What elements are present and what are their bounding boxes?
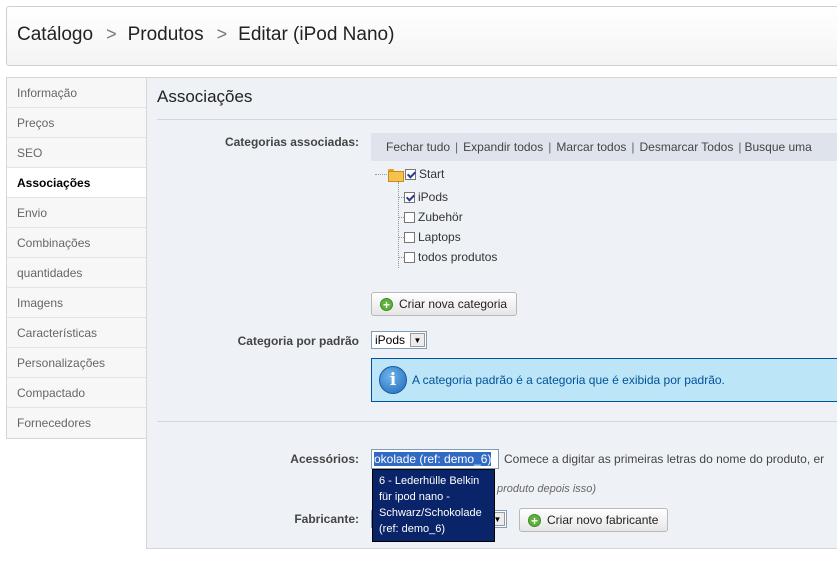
associations-panel: Associações Categorias associadas: Fecha… xyxy=(146,77,837,549)
default-category-label: Categoria por padrão xyxy=(237,334,359,348)
breadcrumb-catalog[interactable]: Catálogo xyxy=(17,24,93,45)
tree-toolbar: Fechar tudo | Expandir todos | Marcar todos |… xyxy=(371,133,837,161)
tab-pack[interactable]: Compactado xyxy=(7,378,146,408)
tab-combinations[interactable]: Combinações xyxy=(7,228,146,258)
product-tabs-sidebar: Informação Preços SEO Associações Envio … xyxy=(6,77,147,439)
collapse-all-link[interactable]: Fechar tudo xyxy=(386,140,450,154)
tree-label: Laptops xyxy=(418,230,461,244)
tree-label: Start xyxy=(419,167,445,181)
tab-images[interactable]: Imagens xyxy=(7,288,146,318)
tree-checkbox-ipods[interactable] xyxy=(404,192,415,204)
breadcrumb-current: Editar (iPod Nano) xyxy=(238,24,395,45)
tree-label: iPods xyxy=(418,190,449,204)
accessories-input-value: okolade (ref: demo_6) xyxy=(374,452,492,466)
accessories-label: Acessórios: xyxy=(290,452,359,466)
check-all-link[interactable]: Marcar todos xyxy=(556,140,626,154)
create-manufacturer-button[interactable]: + Criar novo fabricante xyxy=(519,508,669,532)
autocomplete-dropdown: 6 - Lederhülle Belkin für ipod nano - Sc… xyxy=(372,469,495,542)
tree-node-start: Start xyxy=(388,166,445,183)
uncheck-all-link[interactable]: Desmarcar Todos xyxy=(640,140,734,154)
tree-node-ipods: iPods xyxy=(404,189,448,205)
autocomplete-item[interactable]: 6 - Lederhülle Belkin für ipod nano - Sc… xyxy=(379,473,489,537)
tree-node-zubehor: Zubehör xyxy=(404,209,463,225)
tree-node-all-products: todos produtos xyxy=(404,249,497,265)
chevron-down-icon: ▼ xyxy=(410,333,425,347)
default-category-value: iPods xyxy=(375,333,406,347)
tree-checkbox-all-products[interactable] xyxy=(404,252,415,264)
create-manufacturer-label: Criar novo fabricante xyxy=(547,513,659,527)
breadcrumb-products[interactable]: Produtos xyxy=(128,24,204,45)
tree-checkbox-zubehor[interactable] xyxy=(404,212,415,224)
search-category-link[interactable]: Busque uma xyxy=(744,140,811,154)
add-icon: + xyxy=(380,298,393,312)
tab-seo[interactable]: SEO xyxy=(7,138,146,168)
tab-features[interactable]: Características xyxy=(7,318,146,348)
accessories-input[interactable]: okolade (ref: demo_6) xyxy=(371,449,499,469)
accessories-hint: Comece a digitar as primeiras letras do … xyxy=(504,452,825,466)
tree-label: Zubehör xyxy=(418,210,463,224)
folder-open-icon xyxy=(388,169,404,183)
info-icon: i xyxy=(379,366,407,394)
tab-quantities[interactable]: quantidades xyxy=(7,258,146,288)
tree-checkbox-start[interactable] xyxy=(405,169,416,181)
manufacturer-label: Fabricante: xyxy=(294,512,359,526)
page-header: Catálogo > Produtos > Editar (iPod Nano) xyxy=(6,6,837,66)
default-category-select[interactable]: iPods ▼ xyxy=(371,331,427,349)
breadcrumb: Catálogo > Produtos > Editar (iPod Nano) xyxy=(17,24,394,46)
add-icon: + xyxy=(528,514,541,528)
create-category-label: Criar nova categoria xyxy=(399,297,508,311)
tab-shipping[interactable]: Envio xyxy=(7,198,146,228)
breadcrumb-separator: > xyxy=(106,24,117,44)
tree-label: todos produtos xyxy=(418,250,498,264)
accessories-hint-secondary: produto depois isso) xyxy=(497,483,597,495)
create-category-button[interactable]: + Criar nova categoria xyxy=(371,292,518,316)
tab-prices[interactable]: Preços xyxy=(7,108,146,138)
tab-information[interactable]: Informação xyxy=(7,78,146,108)
tab-suppliers[interactable]: Fornecedores xyxy=(7,408,146,438)
tab-customization[interactable]: Personalizações xyxy=(7,348,146,378)
info-text: A categoria padrão é a categoria que é e… xyxy=(412,373,725,387)
tree-node-laptops: Laptops xyxy=(404,229,461,245)
divider xyxy=(157,119,837,120)
divider xyxy=(157,421,837,422)
expand-all-link[interactable]: Expandir todos xyxy=(463,140,543,154)
panel-title: Associações xyxy=(157,87,253,106)
categories-label: Categorias associadas: xyxy=(224,135,359,149)
tab-associations[interactable]: Associações xyxy=(7,168,146,198)
breadcrumb-separator: > xyxy=(216,24,228,44)
tree-checkbox-laptops[interactable] xyxy=(404,232,415,244)
info-message: i A categoria padrão é a categoria que é… xyxy=(371,358,837,402)
